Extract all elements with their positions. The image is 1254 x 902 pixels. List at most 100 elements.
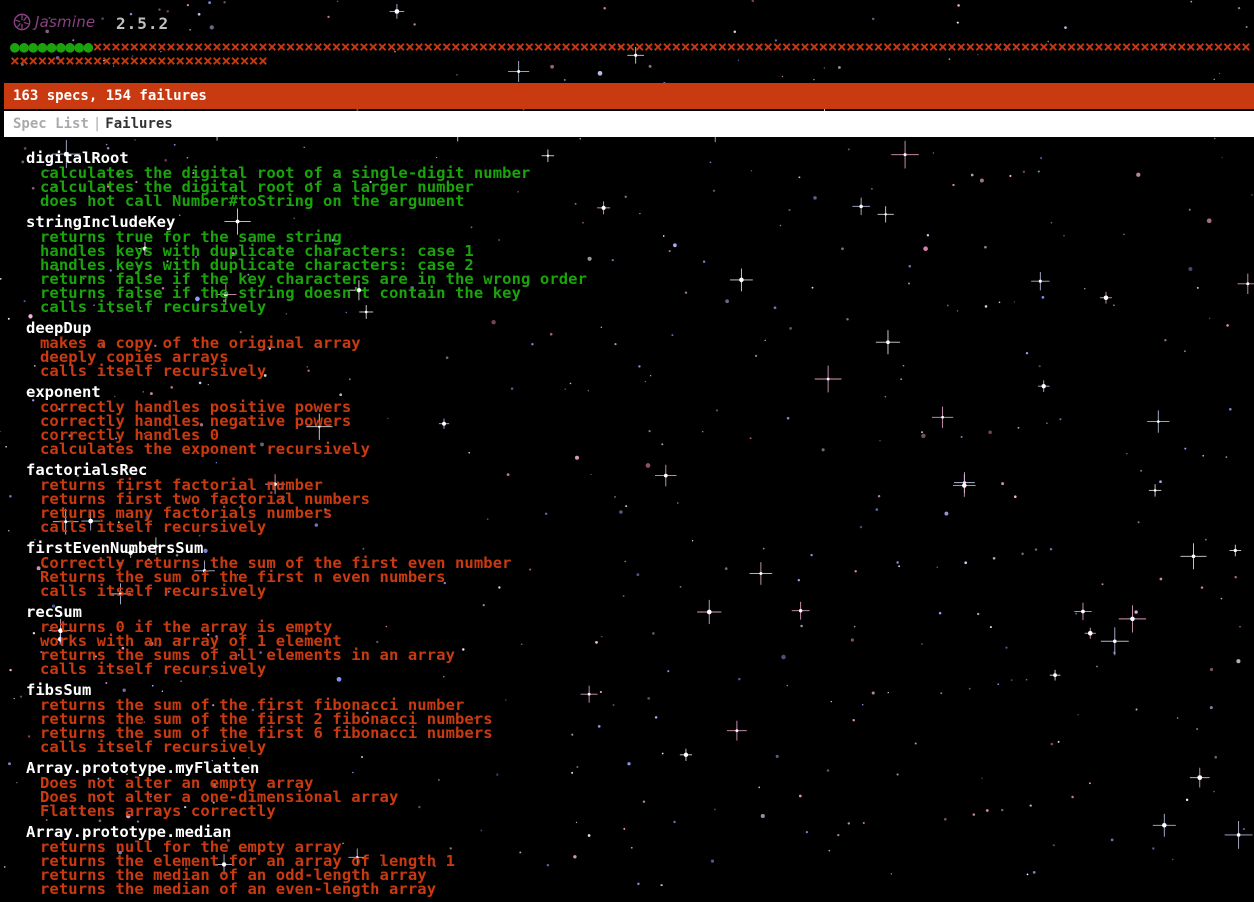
failed-spec-symbol[interactable]: × bbox=[717, 37, 727, 56]
failed-spec-symbol[interactable]: × bbox=[938, 37, 948, 56]
failed-spec-symbol[interactable]: × bbox=[1186, 37, 1196, 56]
failed-spec-symbol[interactable]: × bbox=[1085, 37, 1095, 56]
failed-spec-symbol[interactable]: × bbox=[598, 37, 608, 56]
failed-spec-symbol[interactable]: × bbox=[1195, 37, 1205, 56]
failed-spec[interactable]: calls itself recursively bbox=[40, 583, 1226, 599]
passed-spec[interactable]: calls itself recursively bbox=[40, 299, 1226, 315]
failed-spec-symbol[interactable]: × bbox=[231, 51, 241, 70]
failed-spec-symbol[interactable]: × bbox=[828, 37, 838, 56]
failed-spec-symbol[interactable]: × bbox=[139, 51, 149, 70]
failed-spec-symbol[interactable]: × bbox=[497, 37, 507, 56]
failed-spec-symbol[interactable]: × bbox=[763, 37, 773, 56]
failed-spec-symbol[interactable]: × bbox=[313, 37, 323, 56]
failures-link[interactable]: Failures bbox=[105, 116, 172, 132]
failed-spec-symbol[interactable]: × bbox=[19, 51, 29, 70]
failed-spec-symbol[interactable]: × bbox=[203, 51, 213, 70]
failed-spec[interactable]: calls itself recursively bbox=[40, 739, 1226, 755]
failed-spec-symbol[interactable]: × bbox=[800, 37, 810, 56]
failed-spec-symbol[interactable]: × bbox=[635, 37, 645, 56]
failed-spec-symbol[interactable]: × bbox=[93, 51, 103, 70]
failed-spec-symbol[interactable]: × bbox=[929, 37, 939, 56]
failed-spec-symbol[interactable]: × bbox=[148, 51, 158, 70]
failed-spec-symbol[interactable]: × bbox=[947, 37, 957, 56]
failed-spec-symbol[interactable]: × bbox=[359, 37, 369, 56]
failed-spec[interactable]: calls itself recursively bbox=[40, 519, 1226, 535]
failed-spec-symbol[interactable]: × bbox=[1122, 37, 1132, 56]
failed-spec-symbol[interactable]: × bbox=[111, 51, 121, 70]
failed-spec-symbol[interactable]: × bbox=[341, 37, 351, 56]
failed-spec-symbol[interactable]: × bbox=[10, 51, 20, 70]
failed-spec-symbol[interactable]: × bbox=[699, 37, 709, 56]
failed-spec-symbol[interactable]: × bbox=[258, 51, 268, 70]
failed-spec-symbol[interactable]: × bbox=[653, 37, 663, 56]
failed-spec-symbol[interactable]: × bbox=[38, 51, 48, 70]
failed-spec-symbol[interactable]: × bbox=[479, 37, 489, 56]
failed-spec[interactable]: calculates the exponent recursively bbox=[40, 441, 1226, 457]
failed-spec-symbol[interactable]: × bbox=[552, 37, 562, 56]
failed-spec-symbol[interactable]: × bbox=[129, 51, 139, 70]
passed-spec[interactable]: does not call Number#toString on the arg… bbox=[40, 193, 1226, 209]
failed-spec[interactable]: returns the median of an even-length arr… bbox=[40, 881, 1226, 897]
failed-spec-symbol[interactable]: × bbox=[350, 37, 360, 56]
failed-spec-symbol[interactable]: × bbox=[460, 37, 470, 56]
failed-spec-symbol[interactable]: × bbox=[405, 37, 415, 56]
failed-spec-symbol[interactable]: × bbox=[1113, 37, 1123, 56]
failed-spec-symbol[interactable]: × bbox=[681, 37, 691, 56]
failed-spec-symbol[interactable]: × bbox=[745, 37, 755, 56]
failed-spec-symbol[interactable]: × bbox=[580, 37, 590, 56]
failed-spec-symbol[interactable]: × bbox=[883, 37, 893, 56]
failed-spec-symbol[interactable]: × bbox=[1177, 37, 1187, 56]
failed-spec-symbol[interactable]: × bbox=[1140, 37, 1150, 56]
failed-spec-symbol[interactable]: × bbox=[616, 37, 626, 56]
failed-spec-symbol[interactable]: × bbox=[304, 37, 314, 56]
failed-spec-symbol[interactable]: × bbox=[1204, 37, 1214, 56]
failed-spec-symbol[interactable]: × bbox=[819, 37, 829, 56]
failed-spec-symbol[interactable]: × bbox=[690, 37, 700, 56]
failed-spec-symbol[interactable]: × bbox=[910, 37, 920, 56]
failed-spec-symbol[interactable]: × bbox=[1223, 37, 1233, 56]
failed-spec-symbol[interactable]: × bbox=[874, 37, 884, 56]
failed-spec-symbol[interactable]: × bbox=[1214, 37, 1224, 56]
failed-spec-symbol[interactable]: × bbox=[84, 51, 94, 70]
failed-spec[interactable]: calls itself recursively bbox=[40, 661, 1226, 677]
failed-spec-symbol[interactable]: × bbox=[74, 51, 84, 70]
failed-spec-symbol[interactable]: × bbox=[773, 37, 783, 56]
failed-spec-symbol[interactable]: × bbox=[1232, 37, 1242, 56]
failed-spec-symbol[interactable]: × bbox=[782, 37, 792, 56]
failed-spec-symbol[interactable]: × bbox=[589, 37, 599, 56]
failed-spec-symbol[interactable]: × bbox=[286, 37, 296, 56]
failed-spec-symbol[interactable]: × bbox=[736, 37, 746, 56]
failed-spec-symbol[interactable]: × bbox=[727, 37, 737, 56]
failed-spec-symbol[interactable]: × bbox=[1048, 37, 1058, 56]
failed-spec-symbol[interactable]: × bbox=[1094, 37, 1104, 56]
failed-spec-symbol[interactable]: × bbox=[1067, 37, 1077, 56]
failed-spec-symbol[interactable]: × bbox=[221, 51, 231, 70]
failed-spec-symbol[interactable]: × bbox=[525, 37, 535, 56]
failed-spec-symbol[interactable]: × bbox=[993, 37, 1003, 56]
failed-spec-symbol[interactable]: × bbox=[506, 37, 516, 56]
failed-spec-symbol[interactable]: × bbox=[1030, 37, 1040, 56]
failed-spec-symbol[interactable]: × bbox=[175, 51, 185, 70]
failed-spec-symbol[interactable]: × bbox=[1076, 37, 1086, 56]
failed-spec-symbol[interactable]: × bbox=[966, 37, 976, 56]
failed-spec-symbol[interactable]: × bbox=[56, 51, 66, 70]
failed-spec-symbol[interactable]: × bbox=[809, 37, 819, 56]
failed-spec-symbol[interactable]: × bbox=[166, 51, 176, 70]
failed-spec-symbol[interactable]: × bbox=[791, 37, 801, 56]
failed-spec-symbol[interactable]: × bbox=[534, 37, 544, 56]
failed-spec-symbol[interactable]: × bbox=[570, 37, 580, 56]
failed-spec-symbol[interactable]: × bbox=[984, 37, 994, 56]
failed-spec-symbol[interactable]: × bbox=[212, 51, 222, 70]
failed-spec-symbol[interactable]: × bbox=[1158, 37, 1168, 56]
failed-spec-symbol[interactable]: × bbox=[754, 37, 764, 56]
failed-spec-symbol[interactable]: × bbox=[102, 51, 112, 70]
failed-spec-symbol[interactable]: × bbox=[194, 51, 204, 70]
failed-spec-symbol[interactable]: × bbox=[368, 37, 378, 56]
failed-spec-symbol[interactable]: × bbox=[975, 37, 985, 56]
failed-spec-symbol[interactable]: × bbox=[1021, 37, 1031, 56]
failed-spec-symbol[interactable]: × bbox=[1011, 37, 1021, 56]
failed-spec-symbol[interactable]: × bbox=[295, 37, 305, 56]
failed-spec-symbol[interactable]: × bbox=[1039, 37, 1049, 56]
failed-spec-symbol[interactable]: × bbox=[276, 37, 286, 56]
failed-spec-symbol[interactable]: × bbox=[1103, 37, 1113, 56]
